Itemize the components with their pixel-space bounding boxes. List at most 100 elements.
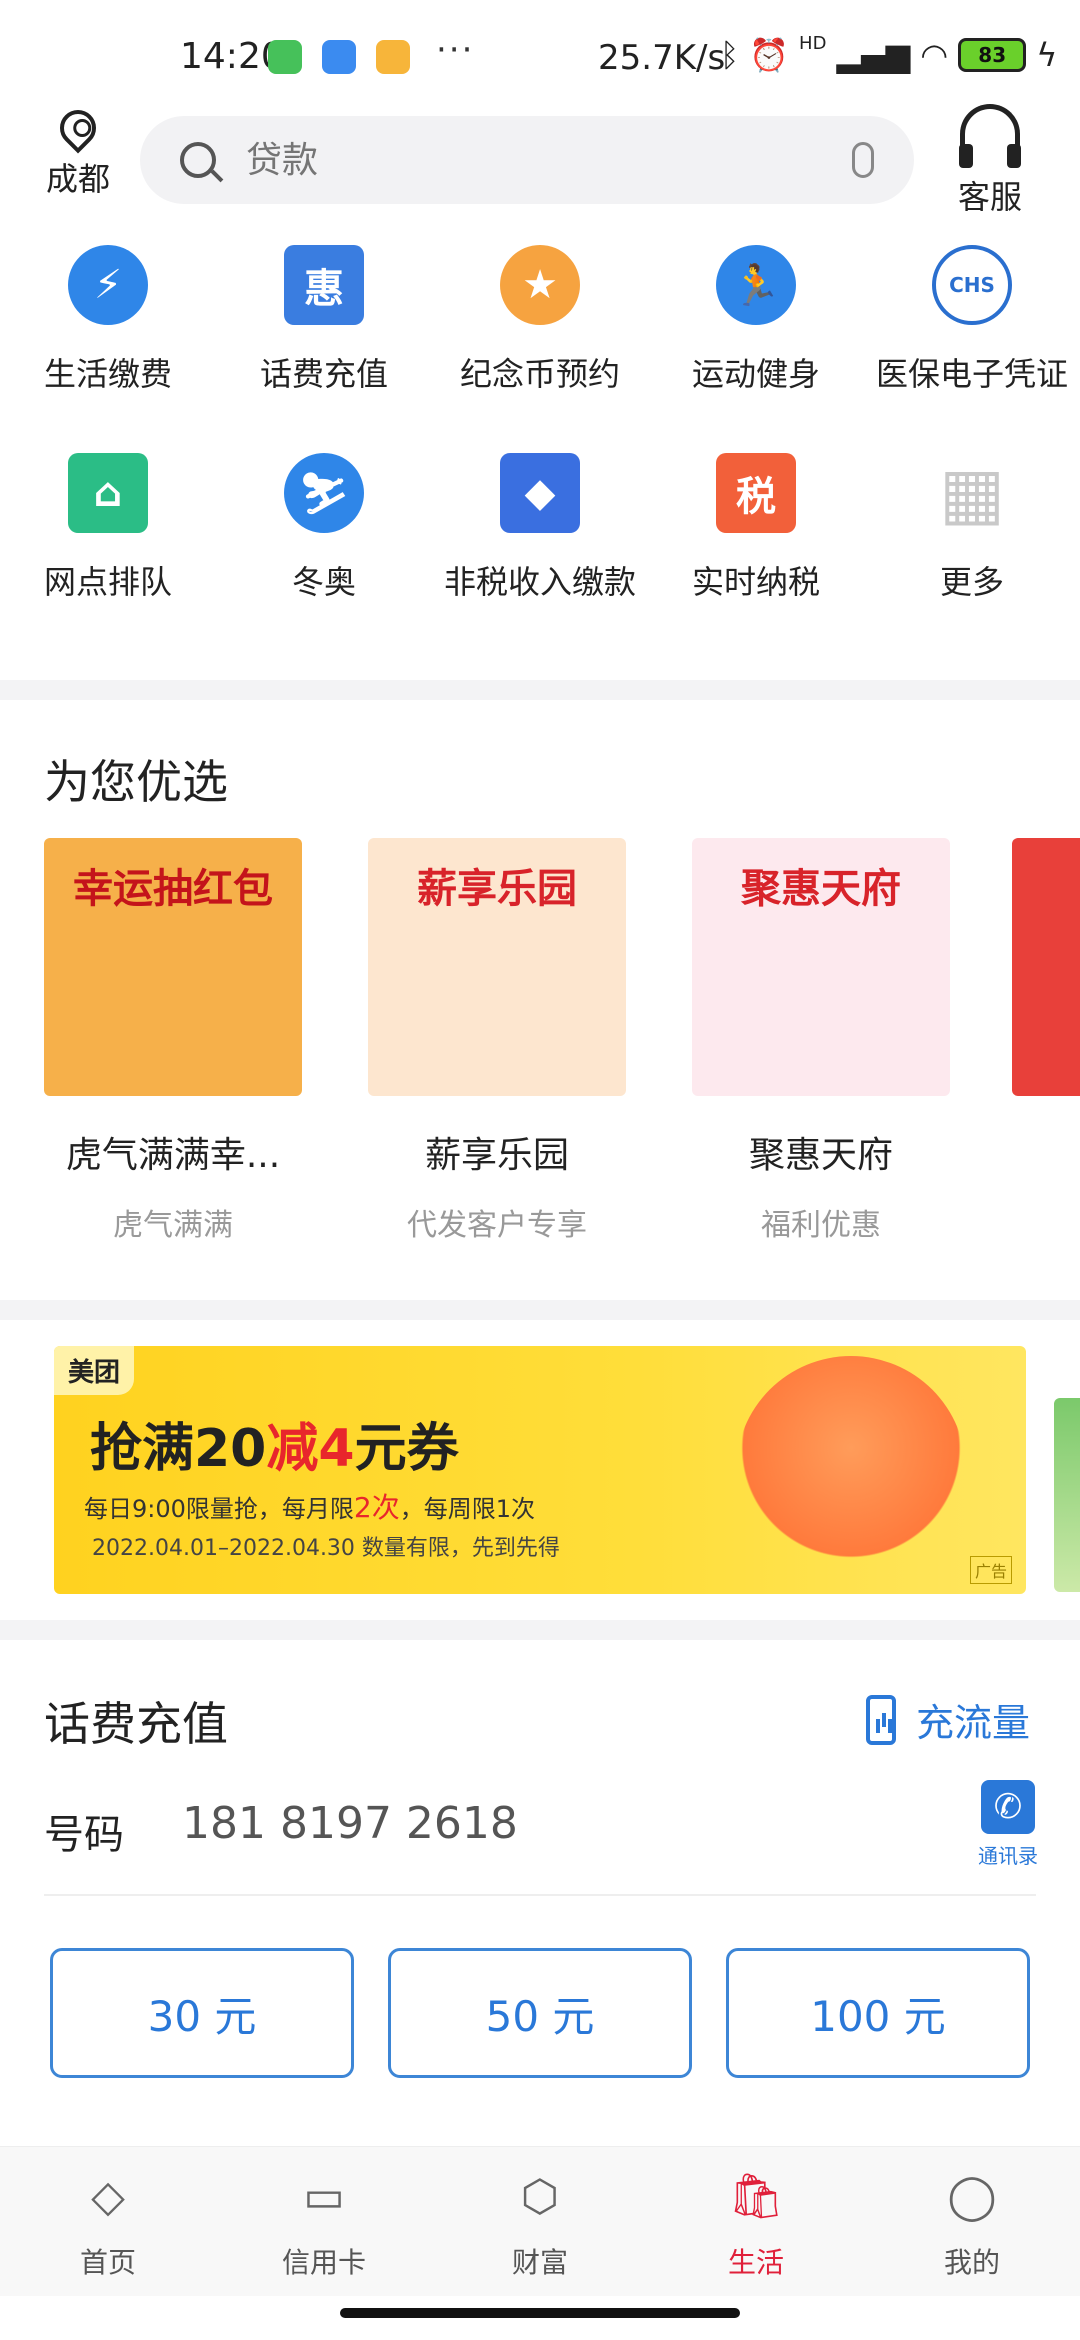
banner-brand-tag: 美团	[54, 1346, 135, 1395]
home-indicator[interactable]	[340, 2308, 740, 2318]
shopping-bag-icon: 🛍	[728, 2171, 784, 2222]
banner-dates: 2022.04.01–2022.04.30 数量有限，先到先得	[92, 1536, 560, 1561]
quick-item-branch-shop[interactable]: ⌂ 网点排队	[0, 453, 216, 603]
quick-item-more-grid[interactable]: ▦ 更多	[864, 452, 1080, 603]
contacts-phone-icon: ✆	[981, 1780, 1035, 1834]
recharge-section-title: 话费充值	[44, 1697, 228, 1751]
quick-item-layered-card[interactable]: ◆ 非税收入缴款	[432, 453, 648, 603]
credit-card-icon: ▭	[303, 2170, 345, 2222]
top-header: 成都 客服	[0, 100, 1080, 220]
pick-subtitle: 代发客户专享	[407, 1208, 587, 1243]
section-divider	[0, 680, 1080, 700]
pick-title: 虎气满满幸...	[65, 1135, 281, 1176]
nav-tab-label: 我的	[943, 2246, 1000, 2279]
quick-item-hui-phone[interactable]: 惠话费充值	[216, 245, 432, 395]
nav-tab-profile[interactable]: ◯ 我的	[864, 2147, 1080, 2296]
recharge-amount-options: 30 元 50 元 100 元	[50, 1948, 1030, 2078]
phone-number-field[interactable]	[182, 1798, 682, 1849]
picks-carousel[interactable]: 幸运抽红包 虎气满满幸... 虎气满满 薪享乐园 薪享乐园 代发客户专享 聚惠天府 聚惠天府福…	[44, 838, 950, 1244]
pick-subtitle: 虎气满满	[113, 1208, 233, 1243]
status-icons: ᛒ ⏰ HD ▂▄▆ ◠ 83 ϟ	[720, 33, 1057, 75]
quick-service-grid: ⚡ 生活缴费 惠话费充值 ★ 纪念币预约 🏃 运动健身 CHS 医保电子凭证 ⌂ 网点排队 ⛷ 冬奥 ◆ 非…	[0, 245, 1080, 603]
quick-item-label: 非税收入缴款	[443, 563, 636, 601]
quick-item-label: 生活缴费	[43, 355, 172, 393]
profile-icon: ◯	[947, 2170, 997, 2222]
section-divider	[0, 1300, 1080, 1320]
banner-rules: 每日9:00限量抢，每月限2次，每周限1次	[84, 1491, 536, 1524]
quick-item-lightning[interactable]: ⚡ 生活缴费	[0, 245, 216, 395]
quick-item-label: 医保电子凭证	[875, 355, 1068, 393]
quick-item-label: 实时纳税	[691, 563, 820, 601]
pick-subtitle: 福利优惠	[761, 1208, 881, 1243]
star-coin-icon: ★	[500, 245, 580, 325]
app-notification-icon-yellow	[376, 40, 410, 74]
bottom-navigation: ◇ 首页 ▭ 信用卡 ⬡ 财富 🛍 生活 ◯ 我的	[0, 2146, 1080, 2296]
customer-service-label: 客服	[957, 178, 1022, 216]
pick-card[interactable]: 聚惠天府 聚惠天府 福利优惠	[692, 838, 950, 1244]
search-bar[interactable]	[140, 116, 914, 204]
section-divider	[0, 1620, 1080, 1640]
location-selector[interactable]: 成都	[38, 102, 118, 200]
pick-title: 聚惠天府	[748, 1135, 893, 1176]
more-grid-icon: ▦	[938, 452, 1006, 534]
location-pin-icon	[52, 102, 104, 154]
ad-badge: 广告	[969, 1556, 1012, 1584]
microphone-icon[interactable]	[852, 142, 874, 178]
quick-item-chs[interactable]: CHS 医保电子凭证	[864, 245, 1080, 395]
nav-tab-label: 信用卡	[281, 2246, 366, 2279]
quick-item-skiing[interactable]: ⛷ 冬奥	[216, 453, 432, 603]
customer-service-button[interactable]: 客服	[950, 104, 1030, 218]
picks-section-title: 为您优选	[44, 755, 228, 809]
search-icon	[180, 142, 216, 178]
chs-icon: CHS	[932, 245, 1012, 325]
headset-icon	[959, 104, 1021, 168]
divider-line	[44, 1894, 1036, 1896]
quick-item-running[interactable]: 🏃 运动健身	[648, 245, 864, 395]
quick-item-label: 更多	[939, 563, 1004, 601]
search-input[interactable]	[246, 139, 852, 181]
quick-item-label: 运动健身	[691, 355, 820, 393]
phone-number-label: 号码	[44, 1812, 124, 1858]
amount-option-button[interactable]: 50 元	[388, 1948, 692, 2078]
banner-carousel-peek[interactable]	[1054, 1398, 1080, 1592]
nav-tab-credit-card[interactable]: ▭ 信用卡	[216, 2147, 432, 2296]
meituan-promo-banner[interactable]: 美团 抢满20减4元券 每日9:00限量抢，每月限2次，每周限1次 2022.0…	[54, 1346, 1026, 1594]
amount-option-button[interactable]: 100 元	[726, 1948, 1030, 2078]
nav-tab-label: 首页	[79, 2246, 136, 2279]
wifi-icon: ◠	[920, 36, 949, 74]
pick-card[interactable]: 薪享乐园 薪享乐园 代发客户专享	[368, 838, 626, 1244]
battery-icon: 83	[958, 38, 1027, 72]
picks-carousel-peek-card[interactable]	[1012, 838, 1080, 1096]
nav-tab-shopping-bag[interactable]: 🛍 生活	[648, 2147, 864, 2296]
app-notification-icon-green	[268, 40, 302, 74]
pick-card[interactable]: 幸运抽红包 虎气满满幸... 虎气满满	[44, 838, 302, 1244]
pick-thumbnail: 聚惠天府	[692, 838, 950, 1096]
quick-item-label: 冬奥	[291, 563, 356, 601]
contacts-button[interactable]: ✆ 通讯录	[972, 1780, 1044, 1869]
running-icon: 🏃	[716, 245, 796, 325]
quick-item-tax[interactable]: 税实时纳税	[648, 453, 864, 603]
banner-illustration	[736, 1356, 966, 1586]
cell-signal-icon: ▂▄▆	[836, 36, 911, 74]
nav-tab-diamond[interactable]: ◇ 首页	[0, 2147, 216, 2296]
pick-thumbnail: 薪享乐园	[368, 838, 626, 1096]
status-bar: 14:20 ··· 25.7K/s ᛒ ⏰ HD ▂▄▆ ◠ 83 ϟ	[0, 0, 1080, 100]
branch-shop-icon: ⌂	[68, 453, 148, 533]
contacts-label: 通讯录	[978, 1844, 1038, 1868]
banner-headline: 抢满20减4元券	[90, 1419, 459, 1479]
alarm-icon: ⏰	[749, 36, 790, 74]
tax-icon: 税	[716, 453, 796, 533]
nav-tab-wealth-chart[interactable]: ⬡ 财富	[432, 2147, 648, 2296]
quick-item-label: 纪念币预约	[459, 355, 620, 393]
amount-option-button[interactable]: 30 元	[50, 1948, 354, 2078]
data-recharge-link[interactable]: 充流量	[866, 1692, 1030, 1747]
quick-item-label: 话费充值	[259, 355, 388, 393]
data-recharge-label: 充流量	[916, 1701, 1031, 1745]
skiing-icon: ⛷	[284, 453, 364, 533]
phone-data-icon	[866, 1694, 896, 1745]
pick-title: 薪享乐园	[424, 1135, 569, 1176]
quick-item-star-coin[interactable]: ★ 纪念币预约	[432, 245, 648, 395]
location-label: 成都	[45, 160, 110, 198]
network-speed: 25.7K/s	[598, 38, 726, 78]
quick-item-label: 网点排队	[43, 563, 172, 601]
